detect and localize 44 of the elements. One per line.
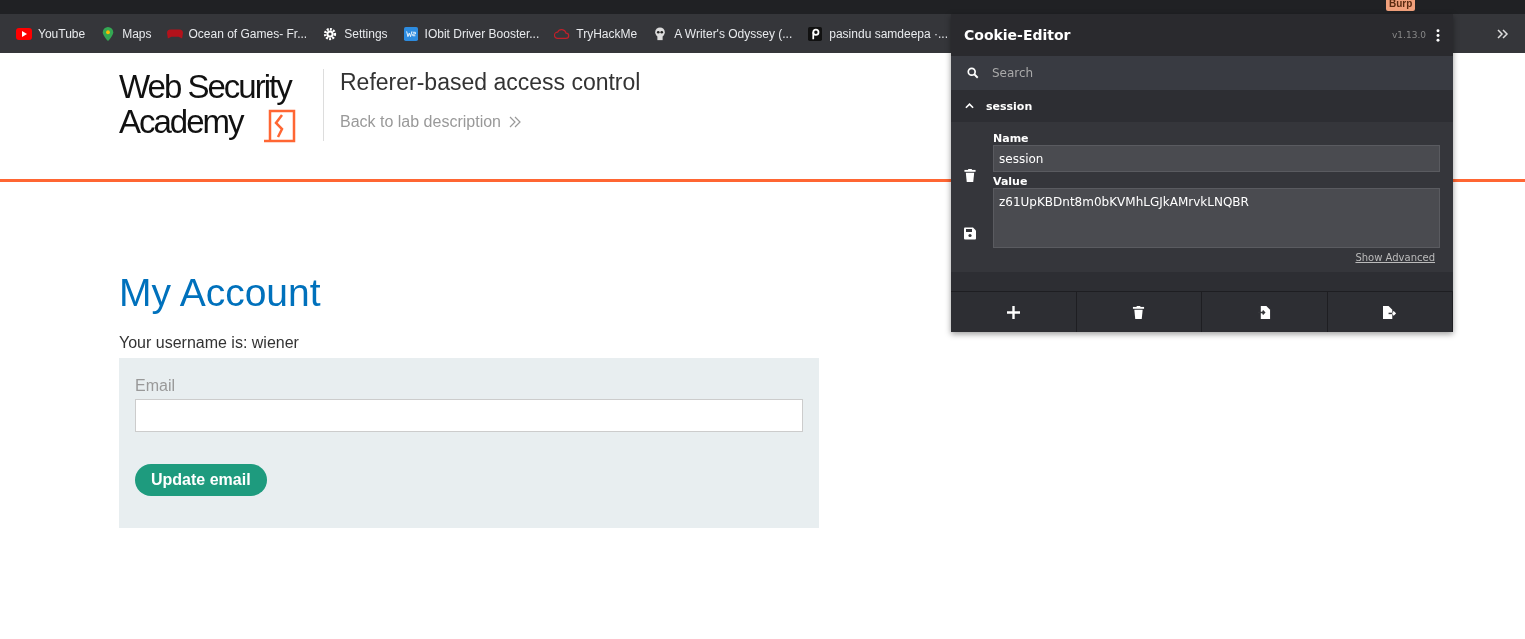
caret-icon (965, 103, 974, 109)
extension-badge[interactable]: Burp (1386, 0, 1416, 11)
chevron-double-icon[interactable] (1497, 28, 1509, 39)
popup-title: Cookie-Editor (964, 27, 1071, 43)
plus-icon (1006, 305, 1020, 319)
logo-text: Academy (119, 104, 243, 139)
username-text: Your username is: wiener (119, 334, 299, 352)
app-icon (402, 26, 419, 41)
email-field[interactable] (135, 399, 803, 432)
chevron-double-icon (509, 116, 521, 128)
site-logo[interactable]: Web Security Academy (119, 69, 324, 141)
file-export-icon (1383, 305, 1397, 319)
search-field[interactable]: Search (951, 56, 1453, 90)
bookmark-link[interactable]: A Writer's Odyssey (... (652, 26, 793, 41)
lightning-box-icon (262, 108, 298, 144)
bookmark-link[interactable]: Maps (100, 26, 152, 41)
bookmark-link[interactable]: IObit Driver Booster... (402, 26, 540, 41)
gear-icon (322, 26, 339, 41)
trash-icon (1132, 305, 1146, 319)
bookmark-link[interactable]: Ocean of Games- Fr... (166, 26, 308, 41)
file-import-icon (1257, 305, 1271, 319)
bookmark-link[interactable]: TryHackMe (554, 26, 638, 41)
field-label: Email (135, 377, 176, 395)
page-heading: My Account (119, 271, 321, 315)
lab-title: Referer-based access control (340, 69, 641, 96)
more-icon[interactable] (1436, 28, 1440, 42)
cookie-header[interactable]: session (951, 90, 1453, 122)
name-field[interactable]: session (993, 145, 1440, 172)
save-icon[interactable] (964, 227, 976, 241)
show-advanced-link[interactable]: Show Advanced (1355, 252, 1435, 263)
cloud-icon (554, 26, 571, 41)
value-field[interactable]: z61UpKBDnt8m0bKVMhLGJkAMrvkLNQBR (993, 188, 1440, 248)
logo-text: Web Security (119, 69, 291, 104)
field-label: Value (993, 175, 1029, 188)
logo-icon (807, 26, 824, 41)
play-icon (16, 26, 32, 41)
export-button[interactable] (1327, 292, 1453, 332)
version-text: v1.13.0 (1392, 30, 1426, 40)
bookmark-link[interactable]: Settings (322, 26, 388, 41)
import-button[interactable] (1202, 292, 1328, 332)
bookmark-link[interactable]: YouTube (16, 26, 86, 41)
trash-icon[interactable] (964, 168, 976, 182)
bookmark-link[interactable]: pasindu samdeepa ·... (807, 26, 948, 41)
field-label: Name (993, 132, 1030, 145)
